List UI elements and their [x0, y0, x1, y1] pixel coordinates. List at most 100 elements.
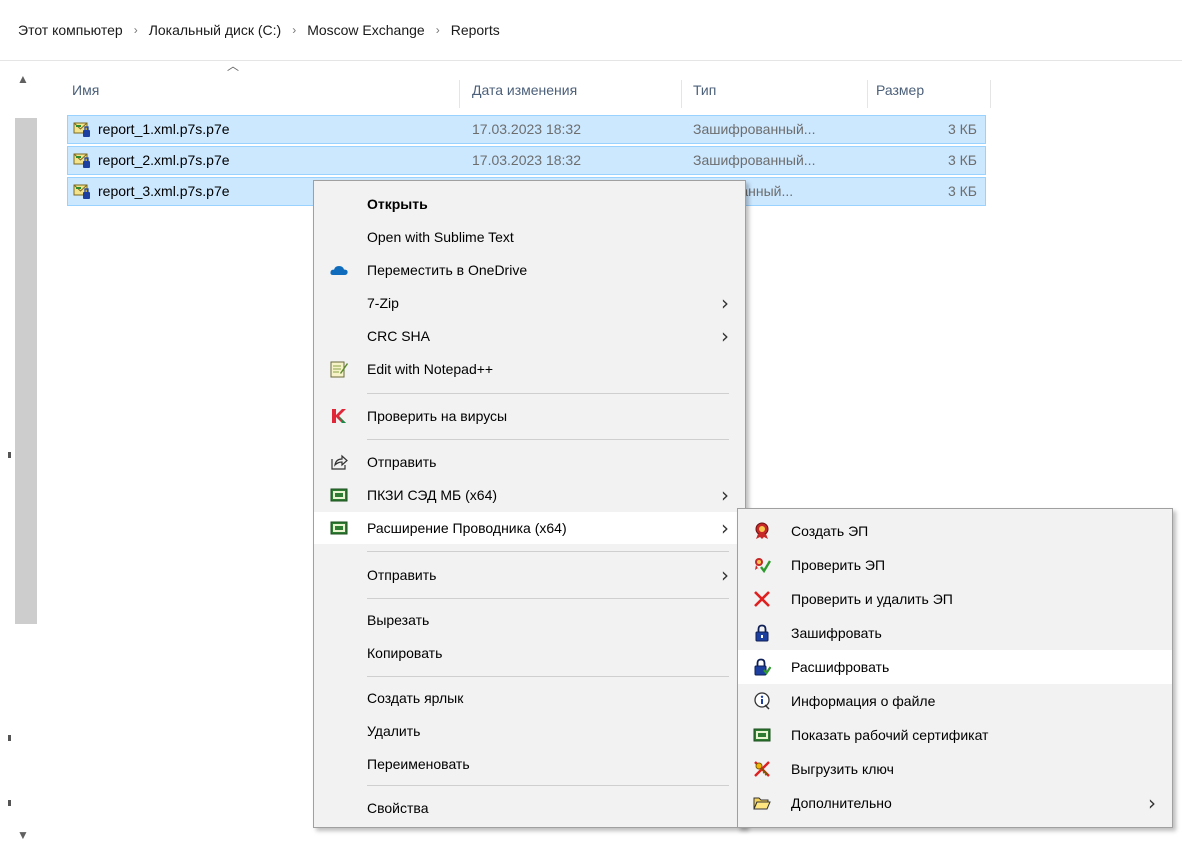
menu-item-properties-label: Свойства: [367, 800, 429, 816]
menu-item-crc-label: CRC SHA: [367, 328, 431, 344]
file-row[interactable]: report_2.xml.p7s.p7e 17.03.2023 18:32 За…: [67, 146, 986, 175]
menu-item-send-to-label: Отправить: [367, 567, 437, 583]
file-modified: 17.03.2023 18:32: [472, 121, 581, 137]
menu-item-7zip-label: 7-Zip: [367, 295, 399, 311]
export-key-icon: [754, 761, 770, 777]
submenu-item-more[interactable]: Дополнительно ›: [738, 786, 1172, 820]
column-header-name[interactable]: Имя: [72, 80, 460, 108]
menu-separator: [367, 785, 729, 786]
menu-item-pkzi-label: ПКЗИ СЭД МБ (x64): [367, 487, 498, 503]
submenu-encrypt-label: Зашифровать: [791, 625, 882, 641]
folder-open-icon: [753, 797, 771, 810]
menu-separator: [367, 551, 729, 552]
breadcrumb-separator: ›: [435, 23, 440, 37]
breadcrumb-reports[interactable]: Reports: [451, 22, 500, 38]
file-type: Зашифрованный...: [693, 121, 816, 137]
column-header-size-label: Размер: [876, 82, 925, 98]
unlock-icon: [754, 658, 771, 676]
chevron-right-icon: ›: [1148, 791, 1156, 815]
submenu-item-export-key[interactable]: Выгрузить ключ: [738, 752, 1172, 786]
menu-separator: [367, 393, 729, 394]
menu-item-shortcut-label: Создать ярлык: [367, 690, 464, 706]
menu-item-open[interactable]: Открыть: [314, 188, 745, 220]
pkzi-certificate-icon: [330, 488, 348, 502]
file-name: report_1.xml.p7s.p7e: [98, 121, 230, 137]
submenu-item-decrypt[interactable]: Расшифровать: [738, 650, 1172, 684]
menu-separator: [367, 676, 729, 677]
menu-item-notepad-label: Edit with Notepad++: [367, 361, 494, 377]
submenu-more-label: Дополнительно: [791, 795, 892, 811]
certificate-icon: [753, 728, 771, 742]
verify-signature-icon: [755, 558, 771, 574]
menu-item-move-to-onedrive[interactable]: Переместить в OneDrive: [314, 254, 745, 286]
menu-item-onedrive-label: Переместить в OneDrive: [367, 262, 528, 278]
submenu-decrypt-label: Расшифровать: [791, 659, 890, 675]
submenu-create-sig-label: Создать ЭП: [791, 523, 869, 539]
menu-item-scan-virus[interactable]: Проверить на вирусы: [314, 400, 745, 432]
breadcrumb-moscow-exchange[interactable]: Moscow Exchange: [307, 22, 425, 38]
column-header-type-label: Тип: [693, 82, 717, 98]
column-header-modified[interactable]: Дата изменения: [472, 80, 682, 108]
submenu-item-verify-signature[interactable]: Проверить ЭП: [738, 548, 1172, 582]
edge-mark: [8, 452, 11, 458]
encrypted-file-icon: [73, 153, 90, 168]
menu-separator: [367, 439, 729, 440]
column-header-modified-label: Дата изменения: [472, 82, 578, 98]
submenu-item-file-info[interactable]: Информация о файле: [738, 684, 1172, 718]
chevron-right-icon: ›: [721, 516, 729, 540]
breadcrumb-local-disk[interactable]: Локальный диск (C:): [149, 22, 282, 38]
menu-item-cut-label: Вырезать: [367, 612, 430, 628]
menu-item-rename[interactable]: Переименовать: [314, 748, 745, 780]
submenu-item-encrypt[interactable]: Зашифровать: [738, 616, 1172, 650]
submenu-verify-sig-label: Проверить ЭП: [791, 557, 886, 573]
submenu-verify-delete-label: Проверить и удалить ЭП: [791, 591, 953, 607]
signature-seal-icon: [755, 522, 769, 539]
file-type: Зашифрованный...: [693, 152, 816, 168]
menu-item-explorer-extension[interactable]: Расширение Проводника (x64) ›: [314, 512, 745, 544]
menu-item-cut[interactable]: Вырезать: [314, 604, 745, 636]
menu-item-create-shortcut[interactable]: Создать ярлык: [314, 682, 745, 714]
menu-item-open-label: Открыть: [367, 196, 428, 212]
file-size: 3 КБ: [947, 152, 977, 168]
submenu-show-cert-label: Показать рабочий сертификат: [791, 727, 989, 743]
chevron-right-icon: ›: [721, 324, 729, 348]
encrypted-file-icon: [73, 184, 90, 199]
menu-item-scan-label: Проверить на вирусы: [367, 408, 508, 424]
scroll-down-icon[interactable]: ▼: [17, 828, 29, 842]
column-header-type[interactable]: Тип: [693, 80, 868, 108]
column-header-name-label: Имя: [72, 82, 100, 98]
menu-item-sublime-label: Open with Sublime Text: [367, 229, 514, 245]
menu-item-delete[interactable]: Удалить: [314, 715, 745, 747]
submenu-item-show-certificate[interactable]: Показать рабочий сертификат: [738, 718, 1172, 752]
menu-item-properties[interactable]: Свойства: [314, 792, 745, 824]
breadcrumb-this-pc[interactable]: Этот компьютер: [18, 22, 123, 38]
menu-item-share-label: Отправить: [367, 454, 437, 470]
menu-separator: [367, 598, 729, 599]
scrollbar-thumb[interactable]: [15, 118, 37, 624]
menu-item-share[interactable]: Отправить: [314, 446, 745, 478]
menu-item-copy-label: Копировать: [367, 645, 443, 661]
chevron-right-icon: ›: [721, 483, 729, 507]
file-name: report_3.xml.p7s.p7e: [98, 183, 230, 199]
scroll-up-icon[interactable]: ▲: [17, 72, 29, 86]
submenu-item-verify-delete-signature[interactable]: Проверить и удалить ЭП: [738, 582, 1172, 616]
submenu-item-create-signature[interactable]: Создать ЭП: [738, 514, 1172, 548]
chevron-right-icon: ›: [721, 563, 729, 587]
menu-item-7zip[interactable]: 7-Zip ›: [314, 287, 745, 319]
encrypted-file-icon: [73, 122, 90, 137]
column-header-size[interactable]: Размер: [876, 80, 991, 108]
menu-item-pkzi[interactable]: ПКЗИ СЭД МБ (x64) ›: [314, 479, 745, 511]
sort-ascending-icon: ︿: [227, 59, 240, 73]
file-row[interactable]: report_1.xml.p7s.p7e 17.03.2023 18:32 За…: [67, 115, 986, 144]
menu-item-send-to[interactable]: Отправить ›: [314, 559, 745, 591]
menu-item-open-with-sublime[interactable]: Open with Sublime Text: [314, 221, 745, 253]
menu-item-edit-notepad[interactable]: Edit with Notepad++: [314, 353, 745, 385]
context-menu: Открыть Open with Sublime Text Перемести…: [313, 180, 746, 828]
file-name: report_2.xml.p7s.p7e: [98, 152, 230, 168]
submenu-export-key-label: Выгрузить ключ: [791, 761, 894, 777]
edge-mark: [8, 800, 11, 806]
menu-item-crc-sha[interactable]: CRC SHA ›: [314, 320, 745, 352]
menu-item-copy[interactable]: Копировать: [314, 637, 745, 669]
share-icon: [331, 454, 348, 470]
breadcrumb: Этот компьютер › Локальный диск (C:) › M…: [18, 22, 500, 38]
